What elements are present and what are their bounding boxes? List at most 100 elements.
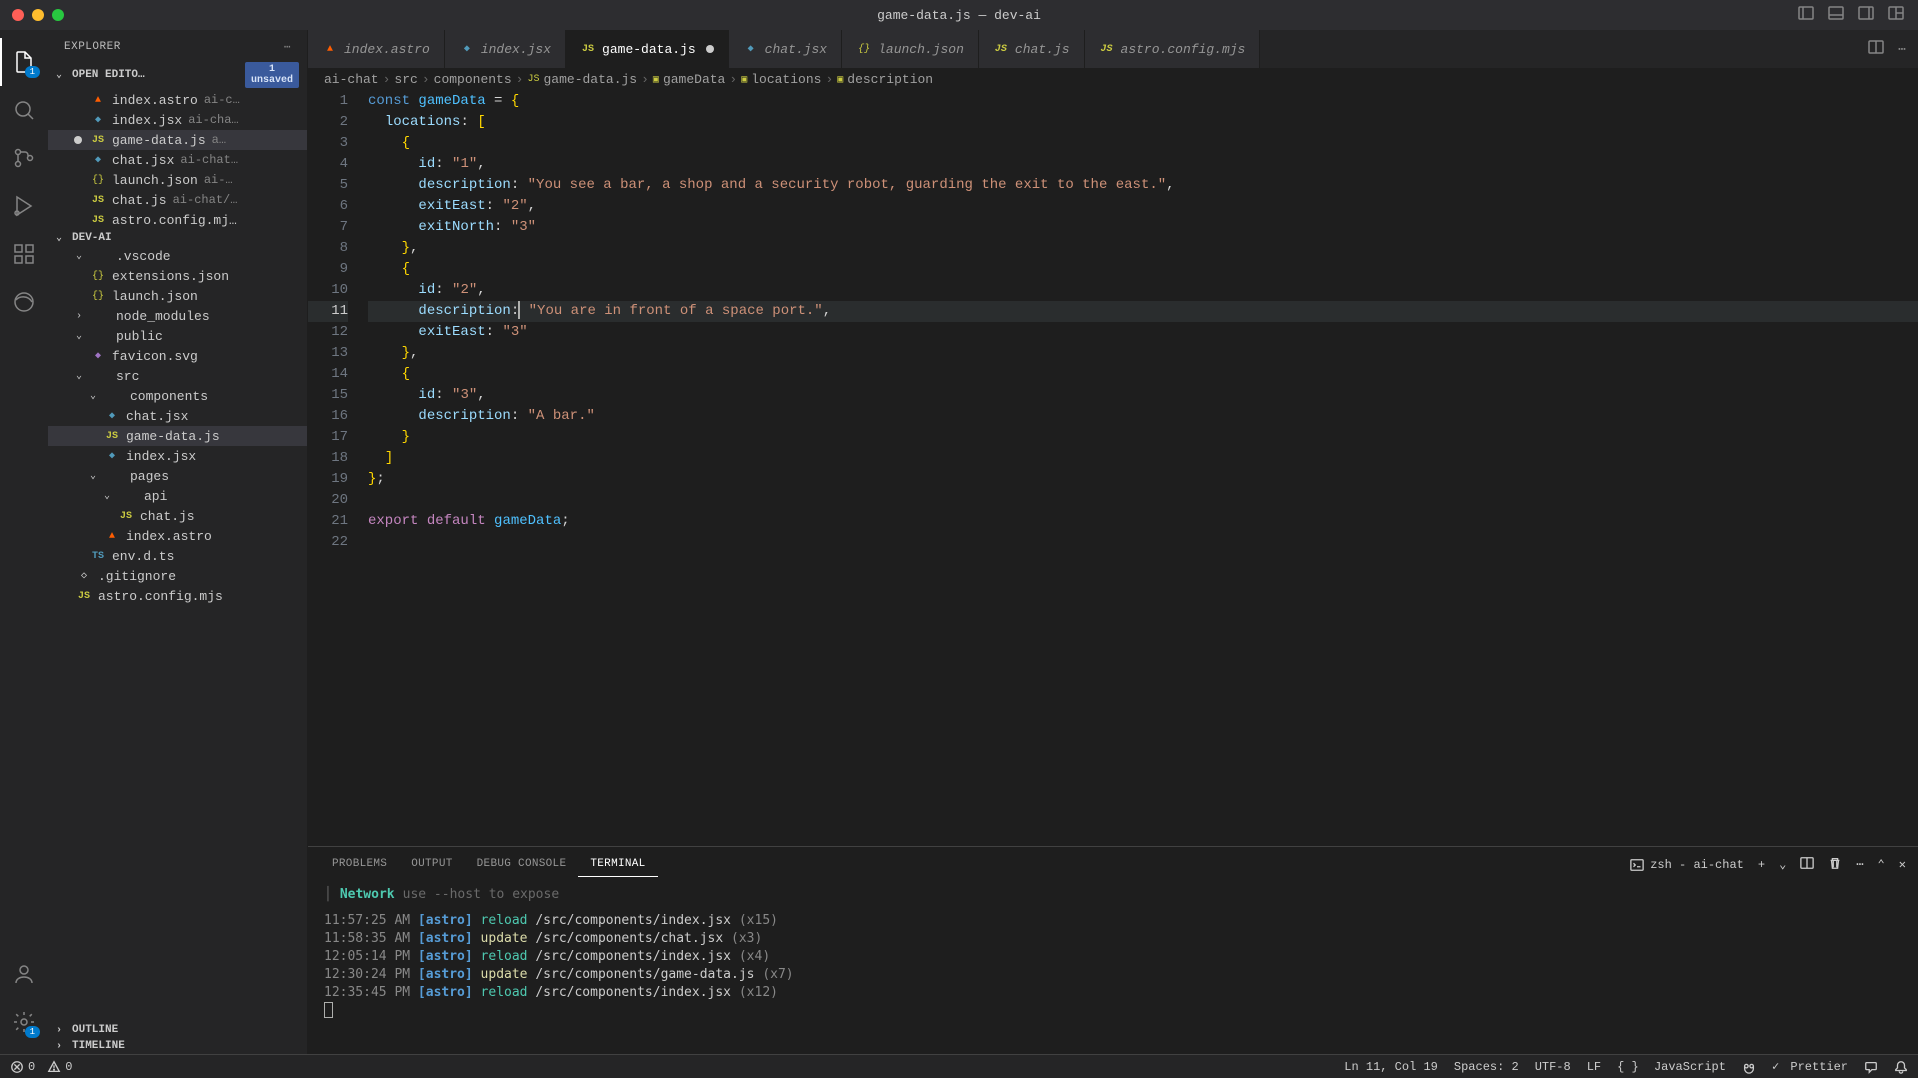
code-line[interactable]: { — [368, 364, 1918, 385]
code-line[interactable]: description: "A bar." — [368, 406, 1918, 427]
tree-item[interactable]: ⌄ components — [48, 386, 307, 406]
open-editor-item[interactable]: ◆ chat.jsx ai-chat… — [48, 150, 307, 170]
editor-tab[interactable]: ◆ index.jsx — [445, 30, 566, 68]
breadcrumb-item[interactable]: src — [394, 72, 417, 87]
status-prettier[interactable]: ✓ Prettier — [1772, 1059, 1848, 1074]
code-line[interactable]: id: "1", — [368, 154, 1918, 175]
code-line[interactable]: ] — [368, 448, 1918, 469]
editor-tab[interactable]: JS chat.js — [979, 30, 1085, 68]
open-editor-item[interactable]: ◆ index.jsx ai-cha… — [48, 110, 307, 130]
status-feedback-icon[interactable] — [1864, 1060, 1878, 1074]
editor-tab[interactable]: {} launch.json — [842, 30, 979, 68]
tree-item[interactable]: ⌄ api — [48, 486, 307, 506]
terminal-shell-indicator[interactable]: zsh - ai-chat — [1630, 858, 1744, 872]
open-editor-item[interactable]: JS astro.config.mj… — [48, 210, 307, 230]
status-notifications-icon[interactable] — [1894, 1060, 1908, 1074]
code-line[interactable]: }; — [368, 469, 1918, 490]
tree-item[interactable]: {} extensions.json — [48, 266, 307, 286]
tree-item[interactable]: ◇ .gitignore — [48, 566, 307, 586]
status-language[interactable]: { } JavaScript — [1617, 1060, 1726, 1074]
tree-item[interactable]: ▲ index.astro — [48, 526, 307, 546]
close-panel-icon[interactable]: ✕ — [1899, 857, 1906, 872]
tree-item[interactable]: › node_modules — [48, 306, 307, 326]
open-editor-item[interactable]: JS game-data.js a… — [48, 130, 307, 150]
tree-item[interactable]: ◆ chat.jsx — [48, 406, 307, 426]
status-eol[interactable]: LF — [1587, 1060, 1601, 1074]
status-encoding[interactable]: UTF-8 — [1535, 1060, 1571, 1074]
outline-header[interactable]: › OUTLINE — [48, 1022, 307, 1038]
timeline-header[interactable]: › TIMELINE — [48, 1038, 307, 1054]
code-line[interactable] — [368, 490, 1918, 511]
minimize-window-button[interactable] — [32, 9, 44, 21]
editor-tab[interactable]: ◆ chat.jsx — [729, 30, 842, 68]
accounts-activity[interactable] — [0, 950, 48, 998]
tree-item[interactable]: {} launch.json — [48, 286, 307, 306]
code-editor[interactable]: 12345678910111213141516171819202122 cons… — [308, 91, 1918, 846]
tree-item[interactable]: ⌄ public — [48, 326, 307, 346]
breadcrumbs[interactable]: ai-chat›src›components›JS game-data.js›▣… — [308, 68, 1918, 91]
breadcrumb-item[interactable]: ▣ description — [837, 72, 933, 87]
code-line[interactable]: { — [368, 259, 1918, 280]
explorer-more-icon[interactable]: ⋯ — [284, 40, 291, 54]
kill-terminal-icon[interactable] — [1828, 856, 1842, 874]
explorer-activity[interactable]: 1 — [0, 38, 48, 86]
breadcrumb-item[interactable]: components — [434, 72, 512, 87]
code-line[interactable]: const gameData = { — [368, 91, 1918, 112]
breadcrumb-item[interactable]: JS game-data.js — [527, 72, 637, 87]
tree-item[interactable]: TS env.d.ts — [48, 546, 307, 566]
panel-more-icon[interactable]: ⋯ — [1856, 857, 1863, 872]
new-terminal-icon[interactable]: + — [1758, 858, 1765, 872]
extensions-activity[interactable] — [0, 230, 48, 278]
tree-item[interactable]: ⌄ pages — [48, 466, 307, 486]
toggle-panel-icon[interactable] — [1828, 5, 1844, 25]
tree-item[interactable]: ◆ index.jsx — [48, 446, 307, 466]
status-errors[interactable]: 0 — [10, 1060, 35, 1074]
code-line[interactable]: } — [368, 427, 1918, 448]
code-line[interactable]: description: "You see a bar, a shop and … — [368, 175, 1918, 196]
status-cursor-position[interactable]: Ln 11, Col 19 — [1344, 1060, 1438, 1074]
search-activity[interactable] — [0, 86, 48, 134]
customize-layout-icon[interactable] — [1888, 5, 1904, 25]
editor-more-icon[interactable]: ⋯ — [1898, 42, 1906, 57]
edge-activity[interactable] — [0, 278, 48, 326]
panel-tab[interactable]: PROBLEMS — [320, 852, 399, 877]
code-line[interactable]: }, — [368, 343, 1918, 364]
open-editor-item[interactable]: ▲ index.astro ai-c… — [48, 90, 307, 110]
toggle-secondary-sidebar-icon[interactable] — [1858, 5, 1874, 25]
tree-item[interactable]: JS chat.js — [48, 506, 307, 526]
code-line[interactable]: id: "2", — [368, 280, 1918, 301]
status-warnings[interactable]: 0 — [47, 1060, 72, 1074]
tree-item[interactable]: ◆ favicon.svg — [48, 346, 307, 366]
code-line[interactable]: export default gameData; — [368, 511, 1918, 532]
editor-tab[interactable]: ▲ index.astro — [308, 30, 445, 68]
panel-tab[interactable]: OUTPUT — [399, 852, 464, 877]
workspace-header[interactable]: ⌄ DEV-AI — [48, 230, 307, 246]
open-editor-item[interactable]: {} launch.json ai-… — [48, 170, 307, 190]
code-line[interactable]: exitEast: "2", — [368, 196, 1918, 217]
code-line[interactable]: { — [368, 133, 1918, 154]
code-line[interactable]: locations: [ — [368, 112, 1918, 133]
open-editor-item[interactable]: JS chat.js ai-chat/… — [48, 190, 307, 210]
panel-tab[interactable]: TERMINAL — [578, 852, 657, 877]
close-window-button[interactable] — [12, 9, 24, 21]
tree-item[interactable]: ⌄ .vscode — [48, 246, 307, 266]
breadcrumb-item[interactable]: ai-chat — [324, 72, 379, 87]
status-copilot-icon[interactable] — [1742, 1060, 1756, 1074]
code-line[interactable]: exitNorth: "3" — [368, 217, 1918, 238]
open-editors-header[interactable]: ⌄ OPEN EDITO… 1 unsaved — [48, 60, 307, 90]
run-debug-activity[interactable] — [0, 182, 48, 230]
code-line[interactable]: }, — [368, 238, 1918, 259]
breadcrumb-item[interactable]: ▣ gameData — [653, 72, 725, 87]
code-line[interactable] — [368, 532, 1918, 553]
breadcrumb-item[interactable]: ▣ locations — [741, 72, 821, 87]
maximize-panel-icon[interactable]: ⌃ — [1878, 857, 1885, 872]
code-line[interactable]: description: "You are in front of a spac… — [368, 301, 1918, 322]
toggle-primary-sidebar-icon[interactable] — [1798, 5, 1814, 25]
maximize-window-button[interactable] — [52, 9, 64, 21]
tree-item[interactable]: ⌄ src — [48, 366, 307, 386]
split-terminal-icon[interactable] — [1800, 856, 1814, 874]
status-indent[interactable]: Spaces: 2 — [1454, 1060, 1519, 1074]
split-editor-icon[interactable] — [1868, 39, 1884, 59]
source-control-activity[interactable] — [0, 134, 48, 182]
editor-tab[interactable]: JS astro.config.mjs — [1085, 30, 1261, 68]
